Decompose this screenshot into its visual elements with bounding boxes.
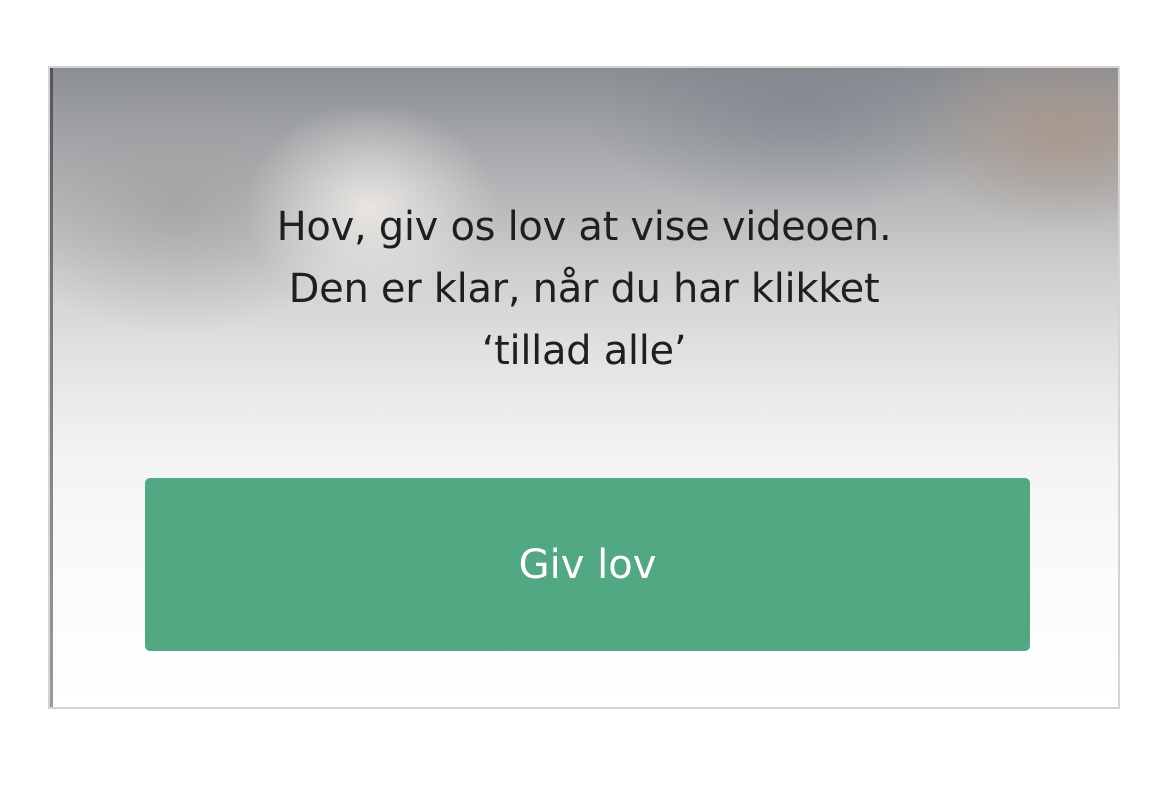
consent-message: Hov, giv os lov at vise videoen. Den er … (50, 196, 1118, 382)
consent-message-line-1: Hov, giv os lov at vise videoen. (276, 204, 892, 250)
frame-left-edge (50, 68, 53, 707)
video-consent-frame: Hov, giv os lov at vise videoen. Den er … (48, 66, 1120, 709)
consent-message-line-2: Den er klar, når du har klikket (288, 266, 880, 312)
consent-message-line-3: ‘tillad alle’ (481, 328, 687, 374)
give-permission-button[interactable]: Giv lov (145, 478, 1030, 651)
